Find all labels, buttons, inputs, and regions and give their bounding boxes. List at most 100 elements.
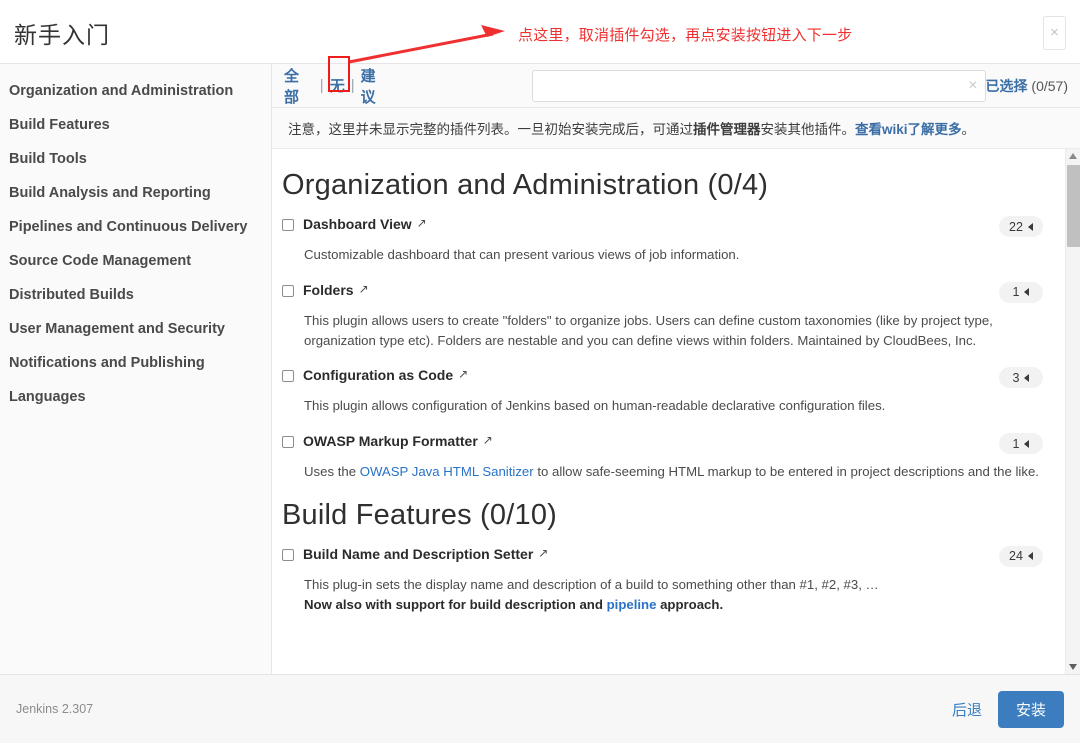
desc-text-pre: Uses the [304,464,360,480]
tab-none[interactable]: 无 [328,75,347,96]
tab-separator-1: | [319,77,324,94]
desc-link-owasp-sanitizer[interactable]: OWASP Java HTML Sanitizer [360,464,534,479]
external-link-icon[interactable]: ↗ [538,546,548,560]
sidebar-item-build-analysis-and-reporting[interactable]: Build Analysis and Reporting [0,176,271,210]
plugin-header: OWASP Markup Formatter ↗ 1 [282,433,1043,455]
plugin-row-owasp-markup-formatter: OWASP Markup Formatter ↗ 1 Uses the OWAS… [282,433,1043,482]
plugin-name-owasp-markup-formatter[interactable]: OWASP Markup Formatter [303,433,478,449]
plugin-version-badge-owasp-markup-formatter[interactable]: 1 [999,433,1043,455]
external-link-icon[interactable]: ↗ [359,282,369,296]
plugin-name-folders[interactable]: Folders [303,282,354,298]
plugin-name-configuration-as-code[interactable]: Configuration as Code [303,367,453,383]
tab-suggested[interactable]: 建议 [359,65,393,107]
external-link-icon[interactable]: ↗ [483,433,493,447]
plugin-description-build-name-setter: This plug-in sets the display name and d… [304,575,1043,615]
plugin-header: Configuration as Code ↗ 3 [282,367,1043,389]
sidebar-item-languages[interactable]: Languages [0,380,271,414]
external-link-icon[interactable]: ↗ [458,367,468,381]
selected-count: 已选择 (0/57) [986,76,1068,96]
external-link-icon[interactable]: ↗ [417,216,427,230]
desc-text-post: to allow safe-seeming HTML markup to be … [533,464,1039,480]
scrollbar-thumb[interactable] [1067,165,1080,247]
plugin-row-dashboard-view: Dashboard View ↗ 22 Customizable dashboa… [282,216,1043,265]
search-field-wrapper: × [532,69,986,102]
scroll-up-icon[interactable] [1069,153,1077,159]
plugin-checkbox-configuration-as-code[interactable] [282,370,294,383]
plugin-version-badge-build-name-and-description-setter[interactable]: 24 [999,545,1043,567]
annotation-instruction-text: 点这里，取消插件勾选，再点安装按钮进入下一步 [518,27,853,44]
plugin-list-scroll: Organization and Administration (0/4) Da… [272,149,1065,674]
desc-text: This plugin allows configuration of Jenk… [304,398,886,414]
plugin-row-build-name-and-description-setter: Build Name and Description Setter ↗ 24 T… [282,545,1043,615]
jenkins-version-label: Jenkins 2.307 [16,702,94,716]
desc-text: Customizable dashboard that can present … [304,247,740,262]
notice-text-part1: 注意，这里并未显示完整的插件列表。一旦初始安装完成后，可通过 [288,122,693,137]
caret-left-icon [1024,288,1030,297]
plugin-version-value: 22 [1009,219,1023,234]
plugin-description-folders: This plugin allows users to create "fold… [304,311,1043,351]
plugin-list-scrollbar[interactable] [1065,149,1080,674]
category-heading-build-features: Build Features (0/10) [282,498,557,531]
desc-bold-post: approach. [656,596,724,612]
clear-search-icon[interactable]: × [968,76,977,96]
category-sidebar: Organization and Administration Build Fe… [0,64,272,674]
back-link[interactable]: 后退 [952,699,982,720]
caret-left-icon [1027,222,1033,231]
tab-separator-2: | [350,77,355,94]
desc-text: This plug-in sets the display name and d… [304,576,879,592]
plugin-version-value: 1 [1012,285,1020,300]
notice-text-part2: 安装其他插件。 [760,122,856,137]
sidebar-item-build-features[interactable]: Build Features [0,108,271,142]
selected-count-value: (0/57) [1027,77,1068,94]
plugin-description-owasp-markup-formatter: Uses the OWASP Java HTML Sanitizer to al… [304,462,1043,482]
caret-left-icon [1024,439,1030,448]
desc-text: This plugin allows users to create "fold… [304,312,993,348]
plugin-checkbox-folders[interactable] [282,284,294,297]
sidebar-item-pipelines-and-continuous-delivery[interactable]: Pipelines and Continuous Delivery [0,210,271,244]
caret-left-icon [1024,373,1030,382]
caret-left-icon [1027,552,1033,561]
plugin-header: Folders ↗ 1 [282,281,1043,303]
sidebar-item-organization-and-administration[interactable]: Organization and Administration [0,74,271,108]
desc-bold-pre: Now also with support for build descript… [304,596,607,612]
plugin-header: Build Name and Description Setter ↗ 24 [282,545,1043,567]
plugin-version-badge-folders[interactable]: 1 [999,281,1043,303]
desc-bold-line: Now also with support for build descript… [304,595,1043,615]
plugin-version-badge-configuration-as-code[interactable]: 3 [999,367,1043,389]
wizard-body: Organization and Administration Build Fe… [0,55,1080,674]
notice-text-part3: 。 [961,122,976,137]
plugin-checkbox-owasp-markup-formatter[interactable] [282,436,294,449]
plugin-checkbox-dashboard-view[interactable] [282,219,294,231]
plugin-header: Dashboard View ↗ 22 [282,216,1043,237]
sidebar-item-notifications-and-publishing[interactable]: Notifications and Publishing [0,346,271,380]
notice-text-bold: 插件管理器 [693,122,761,137]
tab-all[interactable]: 全部 [282,65,316,107]
category-heading-organization: Organization and Administration (0/4) [282,169,769,201]
notice-wiki-link[interactable]: 查看wiki了解更多 [855,118,962,138]
install-button[interactable]: 安装 [997,690,1064,728]
plugin-name-build-name-and-description-setter[interactable]: Build Name and Description Setter [303,546,533,562]
desc-link-pipeline[interactable]: pipeline [607,597,657,612]
plugin-checkbox-build-name-and-description-setter[interactable] [282,548,294,561]
search-input[interactable] [532,69,986,102]
sidebar-item-build-tools[interactable]: Build Tools [0,142,271,176]
sidebar-item-distributed-builds[interactable]: Distributed Builds [0,278,271,312]
window-header: 新手入门 点这里，取消插件勾选，再点安装按钮进入下一步 × [0,0,1080,64]
sidebar-item-user-management-and-security[interactable]: User Management and Security [0,312,271,346]
close-icon[interactable]: × [1043,16,1066,50]
selected-link[interactable]: 已选择 [986,78,1028,94]
plugin-row-folders: Folders ↗ 1 This plugin allows users to … [282,281,1043,351]
filter-toolbar: 全部 | 无 | 建议 × 已选择 (0/57) [272,55,1080,108]
setup-wizard-window: 新手入门 点这里，取消插件勾选，再点安装按钮进入下一步 × Organizati… [0,0,1080,743]
plugin-list-area: Organization and Administration (0/4) Da… [272,149,1080,674]
page-title: 新手入门 [14,22,110,48]
plugin-version-value: 3 [1012,370,1020,385]
plugin-version-badge-dashboard-view[interactable]: 22 [999,216,1043,237]
plugin-name-dashboard-view[interactable]: Dashboard View [303,216,412,232]
plugin-panel: 全部 | 无 | 建议 × 已选择 (0/57) 注意，这里并未显示完整的插件列… [272,55,1080,674]
sidebar-item-source-code-management[interactable]: Source Code Management [0,244,271,278]
plugin-description-dashboard-view: Customizable dashboard that can present … [304,245,1043,265]
scroll-down-icon[interactable] [1069,664,1077,670]
plugin-version-value: 1 [1012,436,1020,451]
filter-tabs: 全部 | 无 | 建议 [282,55,393,107]
